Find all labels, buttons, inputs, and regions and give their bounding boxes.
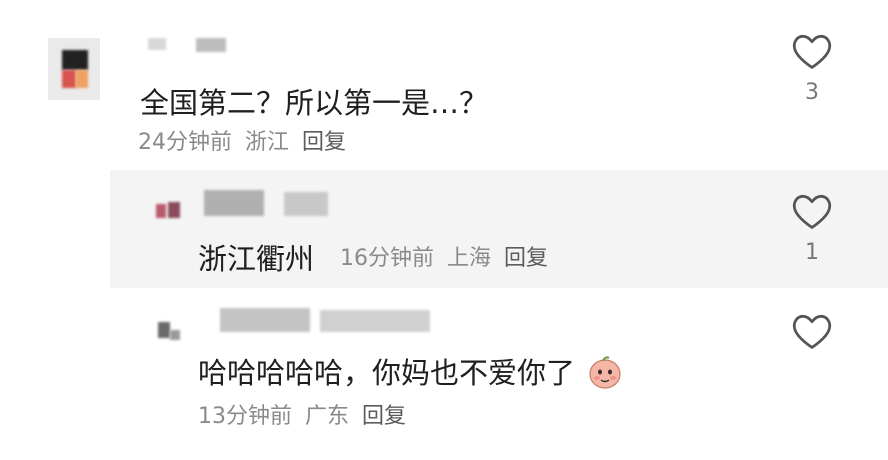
comment-text: 全国第二？所以第一是…？ bbox=[140, 86, 489, 120]
comment-item: 全国第二？所以第一是…？ 24分钟前 浙江 回复 3 bbox=[0, 0, 888, 160]
avatar[interactable] bbox=[152, 198, 186, 228]
username-blurred-part bbox=[284, 192, 328, 216]
like-button[interactable] bbox=[788, 312, 836, 350]
reply-button[interactable]: 回复 bbox=[504, 246, 548, 271]
username-blurred-part bbox=[196, 38, 226, 52]
avatar[interactable] bbox=[48, 38, 100, 100]
reply-meta: 16分钟前 上海 回复 bbox=[340, 240, 548, 272]
like-count: 3 bbox=[805, 80, 819, 105]
like-button[interactable]: 1 bbox=[788, 192, 836, 265]
like-button[interactable]: 3 bbox=[788, 32, 836, 105]
peach-face-emoji-icon bbox=[586, 353, 624, 398]
username-blurred[interactable] bbox=[204, 190, 264, 216]
heart-outline-icon bbox=[792, 314, 832, 349]
heart-outline-icon bbox=[792, 34, 832, 69]
username-blurred[interactable] bbox=[148, 38, 166, 50]
reply-button[interactable]: 回复 bbox=[302, 130, 346, 155]
comment-time: 16分钟前 bbox=[340, 246, 434, 271]
heart-outline-icon bbox=[792, 194, 832, 229]
reply-button[interactable]: 回复 bbox=[362, 404, 406, 429]
avatar[interactable] bbox=[152, 318, 186, 348]
comment-location: 浙江 bbox=[245, 130, 290, 155]
comment-location: 广东 bbox=[305, 404, 350, 429]
comment-time: 13分钟前 bbox=[198, 404, 292, 429]
username-blurred-part bbox=[320, 310, 430, 332]
comment-thread: 全国第二？所以第一是…？ 24分钟前 浙江 回复 3 浙江衢州 16分钟前 上海… bbox=[0, 0, 888, 460]
reply-item: 浙江衢州 16分钟前 上海 回复 1 bbox=[0, 170, 888, 288]
reply-text-value: 哈哈哈哈哈，你妈也不爱你了 bbox=[198, 356, 576, 390]
reply-item: 哈哈哈哈哈，你妈也不爱你了 13分钟前 广东 回复 bbox=[0, 290, 888, 460]
username-blurred[interactable] bbox=[220, 308, 310, 332]
like-count: 1 bbox=[805, 240, 819, 265]
reply-text: 哈哈哈哈哈，你妈也不爱你了 bbox=[198, 350, 624, 398]
reply-meta: 13分钟前 广东 回复 bbox=[198, 398, 406, 430]
comment-location: 上海 bbox=[447, 246, 492, 271]
comment-time: 24分钟前 bbox=[138, 130, 232, 155]
reply-text: 浙江衢州 bbox=[198, 242, 315, 276]
comment-meta: 24分钟前 浙江 回复 bbox=[138, 124, 346, 156]
